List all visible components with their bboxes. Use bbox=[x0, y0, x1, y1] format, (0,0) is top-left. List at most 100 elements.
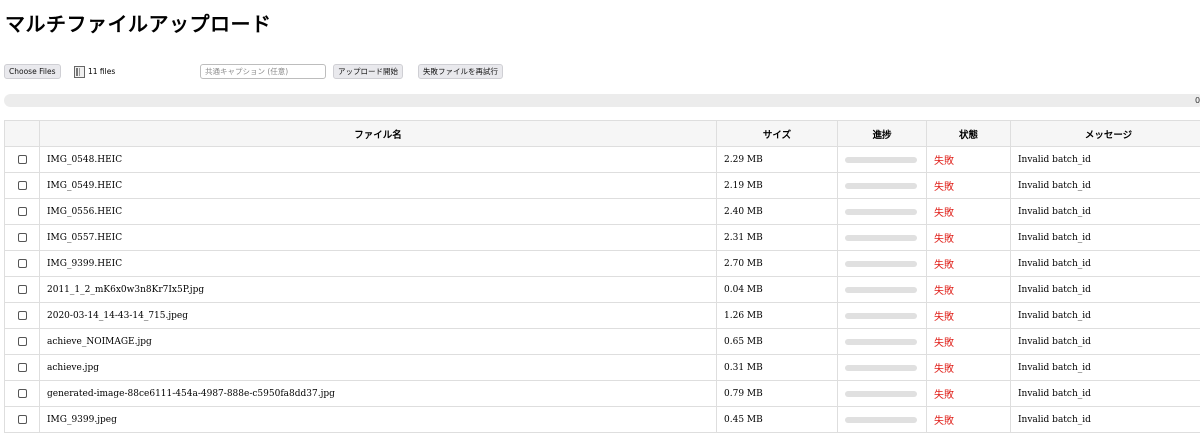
table-row: IMG_0548.HEIC 2.29 MB 失敗 Invalid batch_id bbox=[4, 146, 1200, 173]
row-checkbox[interactable] bbox=[17, 310, 27, 320]
overall-progress-value: 0 bbox=[1195, 96, 1200, 105]
table-row: IMG_9399.HEIC 2.70 MB 失敗 Invalid batch_id bbox=[4, 250, 1200, 277]
status-badge: 失敗 bbox=[926, 276, 1011, 303]
row-select-cell bbox=[4, 302, 40, 329]
table-row: achieve_NOIMAGE.jpg 0.65 MB 失敗 Invalid batc… bbox=[4, 328, 1200, 355]
file-size: 0.31 MB bbox=[716, 354, 838, 381]
choose-files-button[interactable]: Choose Files bbox=[4, 64, 61, 79]
status-badge: 失敗 bbox=[926, 406, 1011, 433]
file-size: 0.45 MB bbox=[716, 406, 838, 433]
table-header-row: ファイル名 サイズ 進捗 状態 メッセージ bbox=[4, 120, 1200, 147]
file-progress-cell bbox=[837, 354, 927, 381]
file-progress-cell bbox=[837, 146, 927, 173]
row-checkbox[interactable] bbox=[17, 388, 27, 398]
file-name: achieve.jpg bbox=[39, 354, 717, 381]
row-select-cell bbox=[4, 250, 40, 277]
row-checkbox[interactable] bbox=[17, 232, 27, 242]
file-message: Invalid batch_id bbox=[1010, 146, 1200, 173]
caption-input[interactable] bbox=[200, 64, 326, 79]
file-progress-cell bbox=[837, 380, 927, 407]
file-progress-bar bbox=[845, 260, 917, 267]
header-progress: 進捗 bbox=[837, 120, 927, 147]
row-checkbox[interactable] bbox=[17, 258, 27, 268]
status-badge: 失敗 bbox=[926, 328, 1011, 355]
row-select-cell bbox=[4, 406, 40, 433]
file-message: Invalid batch_id bbox=[1010, 328, 1200, 355]
file-progress-bar bbox=[845, 182, 917, 189]
status-badge: 失敗 bbox=[926, 146, 1011, 173]
file-size: 2.19 MB bbox=[716, 172, 838, 199]
table-row: 2020-03-14_14-43-14_715.jpeg 1.26 MB 失敗 Inv… bbox=[4, 302, 1200, 329]
header-size: サイズ bbox=[716, 120, 838, 147]
row-select-cell bbox=[4, 198, 40, 225]
file-size: 0.04 MB bbox=[716, 276, 838, 303]
status-badge: 失敗 bbox=[926, 354, 1011, 381]
file-size: 1.26 MB bbox=[716, 302, 838, 329]
file-message: Invalid batch_id bbox=[1010, 172, 1200, 199]
file-name: 2011_1_2_mK6x0w3n8Kr7Ix5P.jpg bbox=[39, 276, 717, 303]
row-checkbox[interactable] bbox=[17, 206, 27, 216]
file-name: IMG_0548.HEIC bbox=[39, 146, 717, 173]
file-progress-cell bbox=[837, 224, 927, 251]
row-checkbox[interactable] bbox=[17, 362, 27, 372]
file-size: 0.65 MB bbox=[716, 328, 838, 355]
file-message: Invalid batch_id bbox=[1010, 380, 1200, 407]
file-progress-bar bbox=[845, 416, 917, 423]
file-progress-bar bbox=[845, 338, 917, 345]
file-name: IMG_0549.HEIC bbox=[39, 172, 717, 199]
header-message: メッセージ bbox=[1010, 120, 1200, 147]
file-message: Invalid batch_id bbox=[1010, 406, 1200, 433]
table-row: IMG_0556.HEIC 2.40 MB 失敗 Invalid batch_id bbox=[4, 198, 1200, 225]
row-select-cell bbox=[4, 380, 40, 407]
file-table: ファイル名 サイズ 進捗 状態 メッセージ IMG_0548.HEIC 2.29 … bbox=[4, 120, 1200, 433]
row-checkbox[interactable] bbox=[17, 414, 27, 424]
file-progress-cell bbox=[837, 276, 927, 303]
file-name: IMG_9399.jpeg bbox=[39, 406, 717, 433]
file-name: 2020-03-14_14-43-14_715.jpeg bbox=[39, 302, 717, 329]
status-badge: 失敗 bbox=[926, 302, 1011, 329]
header-filename: ファイル名 bbox=[39, 120, 717, 147]
file-message: Invalid batch_id bbox=[1010, 198, 1200, 225]
retry-failed-button[interactable]: 失敗ファイルを再試行 bbox=[418, 64, 503, 79]
overall-progress-bar bbox=[4, 94, 1200, 107]
file-name: IMG_0557.HEIC bbox=[39, 224, 717, 251]
file-progress-cell bbox=[837, 198, 927, 225]
row-checkbox[interactable] bbox=[17, 336, 27, 346]
file-progress-bar bbox=[845, 208, 917, 215]
row-checkbox[interactable] bbox=[17, 284, 27, 294]
file-message: Invalid batch_id bbox=[1010, 224, 1200, 251]
status-badge: 失敗 bbox=[926, 198, 1011, 225]
upload-toolbar: Choose Files 11 files アップロード開始 失敗ファイルを再試… bbox=[0, 64, 1200, 80]
status-badge: 失敗 bbox=[926, 380, 1011, 407]
header-status: 状態 bbox=[926, 120, 1011, 147]
file-name: achieve_NOIMAGE.jpg bbox=[39, 328, 717, 355]
row-select-cell bbox=[4, 172, 40, 199]
row-select-cell bbox=[4, 276, 40, 303]
header-select bbox=[4, 120, 40, 147]
file-size: 2.29 MB bbox=[716, 146, 838, 173]
table-row: generated-image-88ce6111-454a-4987-888e-… bbox=[4, 380, 1200, 407]
row-select-cell bbox=[4, 146, 40, 173]
table-row: IMG_0557.HEIC 2.31 MB 失敗 Invalid batch_id bbox=[4, 224, 1200, 251]
file-message: Invalid batch_id bbox=[1010, 354, 1200, 381]
table-row: IMG_0549.HEIC 2.19 MB 失敗 Invalid batch_id bbox=[4, 172, 1200, 199]
file-name: generated-image-88ce6111-454a-4987-888e-… bbox=[39, 380, 717, 407]
status-badge: 失敗 bbox=[926, 172, 1011, 199]
file-progress-bar bbox=[845, 390, 917, 397]
file-size: 2.40 MB bbox=[716, 198, 838, 225]
file-name: IMG_0556.HEIC bbox=[39, 198, 717, 225]
file-progress-bar bbox=[845, 156, 917, 163]
file-size: 2.70 MB bbox=[716, 250, 838, 277]
row-checkbox[interactable] bbox=[17, 154, 27, 164]
file-size: 2.31 MB bbox=[716, 224, 838, 251]
file-progress-bar bbox=[845, 364, 917, 371]
upload-start-button[interactable]: アップロード開始 bbox=[333, 64, 403, 79]
row-select-cell bbox=[4, 328, 40, 355]
table-row: achieve.jpg 0.31 MB 失敗 Invalid batch_id bbox=[4, 354, 1200, 381]
row-checkbox[interactable] bbox=[17, 180, 27, 190]
file-rows: IMG_0548.HEIC 2.29 MB 失敗 Invalid batch_id IM… bbox=[4, 146, 1200, 433]
files-icon bbox=[74, 66, 85, 78]
file-progress-bar bbox=[845, 286, 917, 293]
file-progress-cell bbox=[837, 406, 927, 433]
status-badge: 失敗 bbox=[926, 250, 1011, 277]
